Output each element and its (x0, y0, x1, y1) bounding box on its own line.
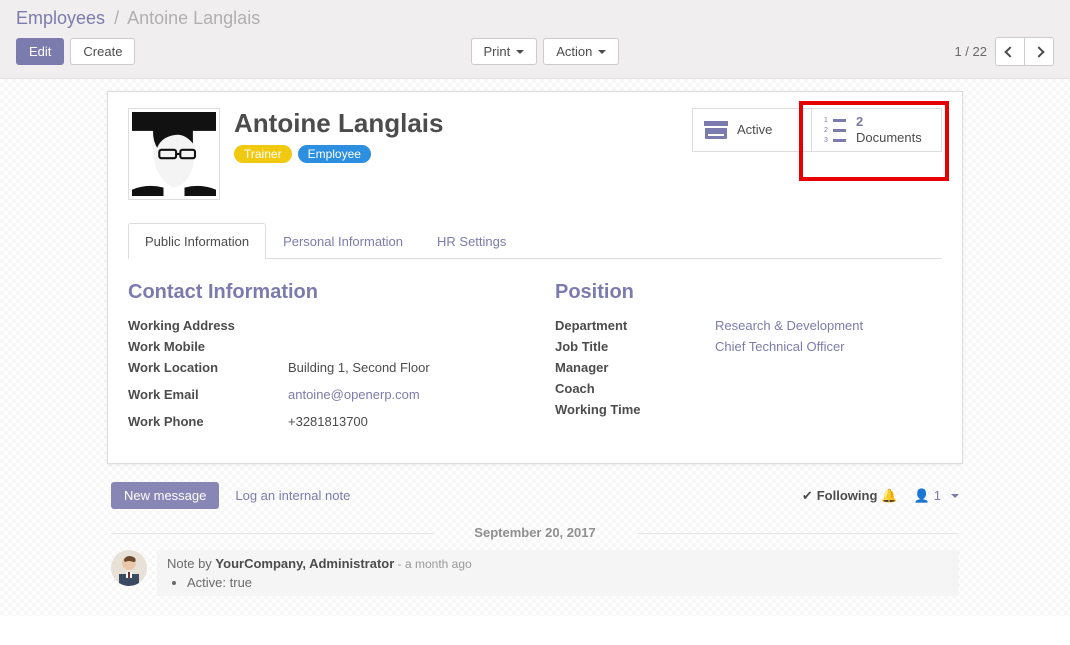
avatar (128, 108, 220, 200)
tag-employee[interactable]: Employee (298, 145, 371, 163)
print-label: Print (484, 44, 511, 59)
create-button[interactable]: Create (70, 38, 135, 65)
caret-down-icon (951, 494, 959, 498)
date-separator: September 20, 2017 (111, 525, 959, 540)
breadcrumb-separator: / (114, 8, 119, 28)
person-icon (914, 488, 930, 504)
control-panel: Employees / Antoine Langlais Edit Create… (0, 0, 1070, 79)
value-working-time (715, 400, 942, 402)
action-dropdown[interactable]: Action (543, 38, 619, 65)
value-manager (715, 358, 942, 360)
label-manager: Manager (555, 358, 715, 375)
message-author: YourCompany, Administrator (215, 556, 394, 571)
new-message-button[interactable]: New message (111, 482, 219, 509)
breadcrumb-current: Antoine Langlais (127, 8, 260, 28)
bell-icon: 🔔 (881, 488, 897, 504)
label-working-time: Working Time (555, 400, 715, 417)
form-sheet: Active 1 2 3 2 Documents (107, 91, 963, 464)
tab-hr-settings[interactable]: HR Settings (420, 223, 523, 259)
log-note-link[interactable]: Log an internal note (235, 488, 350, 503)
value-coach (715, 379, 942, 381)
stat-active-button[interactable]: Active (692, 108, 812, 152)
followers-count: 1 (934, 488, 941, 503)
contact-column: Contact Information Working Address Work… (128, 281, 515, 433)
stat-documents-label: Documents (856, 130, 922, 146)
label-work-mobile: Work Mobile (128, 337, 288, 354)
caret-down-icon (598, 50, 606, 54)
label-working-address: Working Address (128, 316, 288, 333)
list-icon: 1 2 3 (822, 117, 848, 143)
chatter: New message Log an internal note ✔ Follo… (107, 482, 963, 616)
employee-name: Antoine Langlais (234, 108, 443, 139)
message-bullet: Active: true (187, 575, 949, 590)
print-dropdown[interactable]: Print (471, 38, 538, 65)
chevron-left-icon (1004, 46, 1015, 57)
value-working-address (288, 316, 515, 318)
check-icon: ✔ (802, 488, 813, 504)
chevron-right-icon (1033, 46, 1044, 57)
stat-active-label: Active (737, 122, 772, 138)
contact-section-title: Contact Information (128, 281, 515, 304)
value-work-email[interactable]: antoine@openerp.com (288, 387, 420, 402)
value-work-location: Building 1, Second Floor (288, 358, 515, 375)
tags: Trainer Employee (234, 145, 443, 163)
pager-next-button[interactable] (1024, 38, 1053, 65)
followers-dropdown[interactable]: 1 (914, 488, 959, 504)
tag-trainer[interactable]: Trainer (234, 145, 292, 163)
tab-public-information[interactable]: Public Information (128, 223, 266, 259)
message-avatar (111, 550, 147, 586)
breadcrumb: Employees / Antoine Langlais (16, 8, 1054, 29)
pager-prev-button[interactable] (996, 38, 1024, 65)
tabs: Public Information Personal Information … (128, 222, 942, 259)
following-indicator[interactable]: ✔ Following 🔔 (802, 488, 898, 504)
position-section-title: Position (555, 281, 942, 304)
stat-buttons: Active 1 2 3 2 Documents (692, 108, 942, 152)
value-work-mobile (288, 337, 515, 339)
caret-down-icon (516, 50, 524, 54)
archive-icon (703, 117, 729, 143)
pager-total: 22 (973, 44, 987, 59)
label-job-title: Job Title (555, 337, 715, 354)
value-work-phone: +3281813700 (288, 412, 515, 429)
label-work-email: Work Email (128, 385, 288, 402)
tab-personal-information[interactable]: Personal Information (266, 223, 420, 259)
content-area: Active 1 2 3 2 Documents (0, 79, 1070, 616)
position-column: Position Department Research & Developme… (555, 281, 942, 433)
message: Note by YourCompany, Administrator - a m… (111, 550, 959, 596)
label-work-phone: Work Phone (128, 412, 288, 429)
stat-documents-button[interactable]: 1 2 3 2 Documents (812, 108, 942, 152)
note-prefix: Note by (167, 556, 215, 571)
stat-documents-count: 2 (856, 114, 922, 130)
label-coach: Coach (555, 379, 715, 396)
label-department: Department (555, 316, 715, 333)
label-work-location: Work Location (128, 358, 288, 375)
action-label: Action (556, 44, 592, 59)
following-label: Following (817, 488, 878, 503)
value-job-title[interactable]: Chief Technical Officer (715, 339, 845, 354)
value-department[interactable]: Research & Development (715, 318, 863, 333)
pager-text: 1 / 22 (954, 44, 987, 59)
message-time: - a month ago (394, 557, 471, 571)
message-body: Note by YourCompany, Administrator - a m… (157, 550, 959, 596)
edit-button[interactable]: Edit (16, 38, 64, 65)
pager-current: 1 (954, 44, 961, 59)
breadcrumb-root[interactable]: Employees (16, 8, 105, 28)
